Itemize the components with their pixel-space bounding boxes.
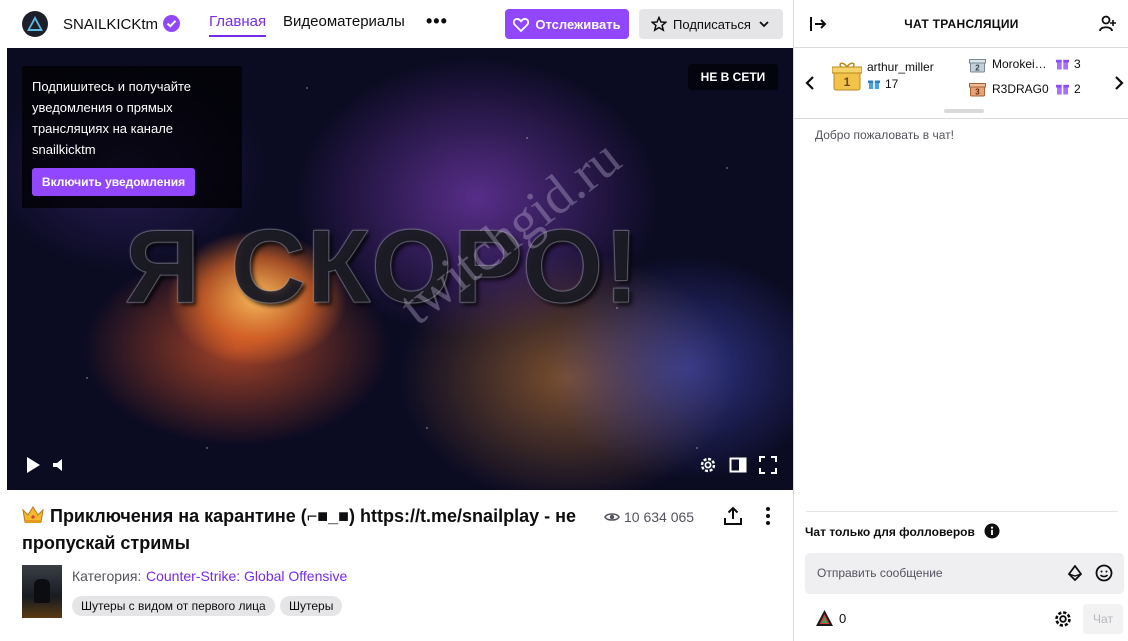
gifter-count: 2: [1074, 82, 1081, 96]
chevron-right-icon[interactable]: [1113, 75, 1125, 91]
channel-points-icon[interactable]: [815, 609, 834, 628]
notification-text: Подпишитесь и получайте уведомления о пр…: [32, 79, 192, 157]
follow-button[interactable]: Отслеживать: [505, 9, 629, 39]
tab-videos[interactable]: Видеоматериалы: [283, 13, 405, 30]
top-gifter-count: 17: [885, 77, 899, 91]
chevron-left-icon[interactable]: [804, 75, 816, 91]
category-link[interactable]: Counter-Strike: Global Offensive: [146, 568, 347, 584]
eye-icon: [604, 509, 620, 525]
subscribe-button[interactable]: Подписаться: [639, 9, 783, 39]
top-gifter-name[interactable]: arthur_miller: [867, 60, 934, 74]
channel-name[interactable]: SNAILKICKtm: [63, 16, 158, 33]
emote-picker-icon[interactable]: [1095, 564, 1113, 582]
chat-panel: ЧАТ ТРАНСЛЯЦИИ 1 arthur_miller 17 2 Moro…: [793, 0, 1128, 641]
gifter-name[interactable]: Morokei…: [992, 57, 1047, 71]
chat-header: ЧАТ ТРАНСЛЯЦИИ: [794, 0, 1128, 48]
star-icon: [651, 16, 668, 32]
svg-text:1: 1: [844, 75, 851, 89]
enable-notifications-button[interactable]: Включить уведомления: [32, 168, 195, 196]
gifter-count: 3: [1074, 57, 1081, 71]
channel-logo-icon[interactable]: [22, 11, 48, 37]
theatre-mode-icon[interactable]: [727, 454, 749, 476]
chat-settings-icon[interactable]: [1053, 609, 1073, 629]
chat-welcome-message: Добро пожаловать в чат!: [815, 128, 954, 142]
notification-prompt: Подпишитесь и получайте уведомления о пр…: [22, 66, 242, 208]
svg-text:3: 3: [975, 88, 980, 97]
channel-header: SNAILKICKtm Главная Видеоматериалы ••• О…: [0, 0, 793, 48]
followers-only-notice: Чат только для фолловеров: [805, 525, 975, 539]
stream-title: Приключения на карантине (⌐■_■) https://…: [22, 506, 576, 553]
offline-status-badge: НЕ В СЕТИ: [688, 64, 778, 90]
verified-badge-icon: [163, 15, 180, 32]
tag-fps[interactable]: Шутеры с видом от первого лица: [72, 596, 275, 616]
follow-button-label: Отслеживать: [535, 16, 621, 32]
chevron-down-icon: [759, 21, 769, 28]
channel-points-count: 0: [839, 611, 847, 626]
chat-divider: [806, 511, 1118, 512]
game-box-art[interactable]: [22, 565, 62, 618]
chat-send-button[interactable]: Чат: [1083, 604, 1123, 634]
gift-icon: [868, 77, 880, 89]
heart-icon: [513, 17, 530, 32]
more-options-icon[interactable]: [758, 505, 778, 527]
tab-home[interactable]: Главная: [209, 13, 267, 37]
chat-input-placeholder: Отправить сообщение: [817, 566, 943, 580]
gifter-name[interactable]: R3DRAG0: [992, 82, 1049, 96]
player-settings-icon[interactable]: [697, 454, 719, 476]
viewer-count: 10 634 065: [624, 509, 695, 525]
video-player[interactable]: Я СКОРО! twitchgid.ru Подпишитесь и полу…: [7, 48, 793, 490]
gift-rank-2-icon: 2: [969, 56, 986, 73]
chat-title: ЧАТ ТРАНСЛЯЦИИ: [904, 17, 1019, 31]
category-label: Категория:: [72, 568, 142, 584]
fullscreen-icon[interactable]: [757, 454, 779, 476]
gift-icon: [1056, 82, 1069, 95]
play-icon[interactable]: [22, 454, 44, 476]
more-menu-icon[interactable]: •••: [426, 11, 448, 32]
gift-leaderboard: 1 arthur_miller 17 2 Morokei… 3 3 R3DRAG…: [794, 49, 1128, 119]
community-users-icon[interactable]: [1098, 14, 1118, 34]
gift-icon: [1056, 57, 1069, 70]
bits-icon[interactable]: [1067, 564, 1083, 582]
chat-message-input[interactable]: Отправить сообщение: [805, 553, 1124, 594]
gift-rank-1-icon: 1: [831, 60, 863, 92]
tag-shooters[interactable]: Шутеры: [280, 596, 343, 616]
volume-icon[interactable]: [49, 454, 71, 476]
gift-rank-3-icon: 3: [969, 80, 986, 97]
leaderboard-scroll-indicator[interactable]: [944, 109, 984, 113]
info-icon[interactable]: [984, 523, 1000, 539]
svg-text:2: 2: [975, 64, 980, 73]
subscribe-button-label: Подписаться: [673, 16, 751, 32]
share-icon[interactable]: [722, 505, 744, 527]
